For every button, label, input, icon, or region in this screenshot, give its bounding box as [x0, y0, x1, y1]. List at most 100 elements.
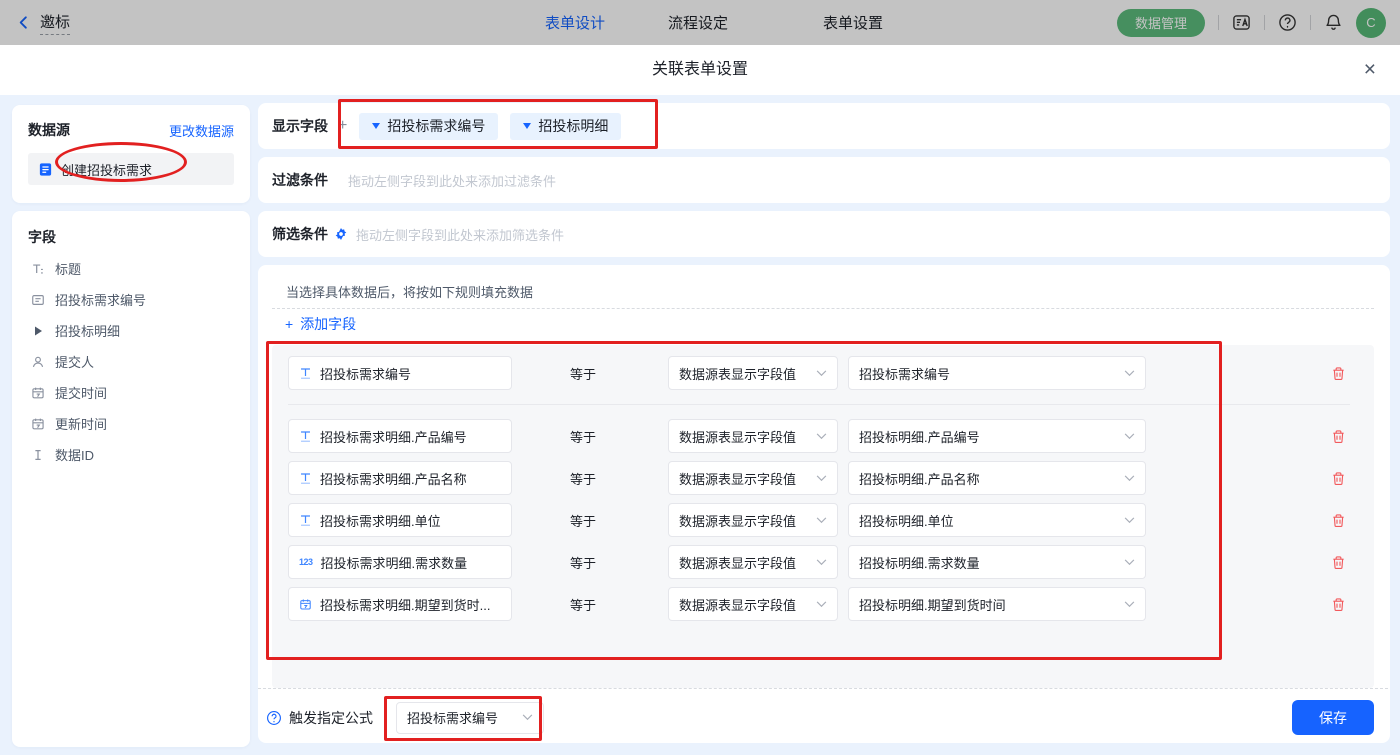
rules-container: 招投标需求编号 等于 数据源表显示字段值 招投标需求编号: [272, 345, 1374, 688]
field-item-label: 更新时间: [55, 414, 107, 433]
divider: [258, 688, 1388, 689]
target-field-dropdown[interactable]: 招投标明细.需求数量: [848, 545, 1146, 579]
chip-label: 招投标明细: [538, 116, 608, 136]
filter-dropzone[interactable]: 拖动左侧字段到此处来添加过滤条件: [348, 171, 556, 190]
notification-bell-icon[interactable]: [1324, 13, 1343, 32]
id-icon: [30, 448, 46, 462]
panel-footer: 触发指定公式 招投标需求编号 保存: [266, 692, 1374, 743]
field-item-detail[interactable]: 招投标明细: [12, 315, 250, 346]
text-icon: [299, 430, 312, 443]
back-chevron-icon: [16, 15, 31, 30]
field-item-label: 招投标明细: [55, 321, 120, 340]
field-item-serial[interactable]: 招投标需求编号: [12, 284, 250, 315]
top-bar: 邀标 表单设计 流程设定 表单设置 数据管理: [0, 0, 1400, 45]
trash-icon[interactable]: [1331, 429, 1346, 444]
divider: [1218, 15, 1219, 30]
datasource-item-label: 创建招投标需求: [61, 160, 152, 179]
rule-field-box[interactable]: 招投标需求明细.产品名称: [288, 461, 512, 495]
equals-label: 等于: [570, 469, 656, 488]
source-value-dropdown[interactable]: 数据源表显示字段值: [668, 545, 838, 579]
field-item-update-time[interactable]: 更新时间: [12, 408, 250, 439]
gear-icon[interactable]: [334, 227, 348, 241]
field-item-submit-time[interactable]: 提交时间: [12, 377, 250, 408]
field-item-data-id[interactable]: 数据ID: [12, 439, 250, 470]
screen-dropzone[interactable]: 拖动左侧字段到此处来添加筛选条件: [356, 225, 564, 244]
rule-field-box[interactable]: 招投标需求明细.期望到货时...: [288, 587, 512, 621]
close-icon[interactable]: ×: [1364, 45, 1376, 95]
field-item-label: 标题: [55, 259, 81, 278]
rule-row: 招投标需求明细.产品编号 等于 数据源表显示字段值 招投标明细.产品编号: [288, 419, 1358, 453]
help-circle-icon[interactable]: [266, 710, 282, 726]
fill-rules-panel: 当选择具体数据后，将按如下规则填充数据 +添加字段 招投标需求编号 等于 数据源…: [258, 265, 1390, 743]
chevron-down-icon: [1124, 517, 1135, 524]
rule-row: 招投标需求明细.单位 等于 数据源表显示字段值 招投标明细.单位: [288, 503, 1358, 537]
trigger-formula-dropdown[interactable]: 招投标需求编号: [396, 702, 544, 734]
save-button[interactable]: 保存: [1292, 700, 1374, 735]
rule-row: 招投标需求明细.期望到货时... 等于 数据源表显示字段值 招投标明细.期望到货…: [288, 587, 1358, 621]
trash-icon[interactable]: [1331, 513, 1346, 528]
plus-icon: +: [285, 316, 293, 332]
rule-field-box[interactable]: 123 招投标需求明细.需求数量: [288, 545, 512, 579]
rule-field-box[interactable]: 招投标需求明细.单位: [288, 503, 512, 537]
source-value-dropdown[interactable]: 数据源表显示字段值: [668, 356, 838, 390]
rule-row: 123 招投标需求明细.需求数量 等于 数据源表显示字段值 招投标明细.需求数量: [288, 545, 1358, 579]
title-icon: [30, 262, 46, 276]
equals-label: 等于: [570, 553, 656, 572]
target-field-dropdown[interactable]: 招投标明细.产品编号: [848, 419, 1146, 453]
data-manage-button[interactable]: 数据管理: [1117, 9, 1205, 37]
text-icon: [299, 514, 312, 527]
rule-field-box[interactable]: 招投标需求明细.产品编号: [288, 419, 512, 453]
date-icon: [299, 598, 312, 611]
change-datasource-link[interactable]: 更改数据源: [169, 121, 234, 140]
field-item-label: 招投标需求编号: [55, 290, 146, 309]
chevron-down-icon: [1124, 559, 1135, 566]
field-item-label: 提交人: [55, 352, 94, 371]
chevron-down-icon: [522, 714, 533, 721]
trash-icon[interactable]: [1331, 597, 1346, 612]
source-value-dropdown[interactable]: 数据源表显示字段值: [668, 461, 838, 495]
calendar-icon: [30, 417, 46, 431]
add-field-link[interactable]: +添加字段: [285, 314, 356, 334]
target-field-dropdown[interactable]: 招投标需求编号: [848, 356, 1146, 390]
back-button[interactable]: [16, 15, 31, 30]
chip-label: 招投标需求编号: [387, 116, 485, 136]
field-item-submitter[interactable]: 提交人: [12, 346, 250, 377]
field-item-title[interactable]: 标题: [12, 253, 250, 284]
tab-form-design[interactable]: 表单设计: [545, 12, 605, 33]
modal-header: 关联表单设置 ×: [0, 45, 1400, 95]
expand-triangle-icon[interactable]: [30, 326, 46, 336]
tab-form-settings[interactable]: 表单设置: [823, 12, 883, 33]
datasource-item[interactable]: 创建招投标需求: [28, 153, 234, 185]
equals-label: 等于: [570, 427, 656, 446]
modal-title: 关联表单设置: [0, 45, 1400, 95]
source-value-dropdown[interactable]: 数据源表显示字段值: [668, 503, 838, 537]
field-item-label: 提交时间: [55, 383, 107, 402]
tab-flow-settings[interactable]: 流程设定: [668, 12, 728, 33]
chevron-down-icon: [816, 601, 827, 608]
divider: [1310, 15, 1311, 30]
filter-condition-row: 过滤条件 拖动左侧字段到此处来添加过滤条件: [258, 157, 1390, 203]
help-icon[interactable]: [1278, 13, 1297, 32]
target-field-dropdown[interactable]: 招投标明细.单位: [848, 503, 1146, 537]
trash-icon[interactable]: [1331, 471, 1346, 486]
add-display-field-icon[interactable]: +: [338, 117, 347, 135]
caret-down-icon: [523, 123, 531, 129]
source-value-dropdown[interactable]: 数据源表显示字段值: [668, 587, 838, 621]
rule-field-box[interactable]: 招投标需求编号: [288, 356, 512, 390]
form-name-label[interactable]: 邀标: [40, 11, 70, 35]
divider: [1264, 15, 1265, 30]
trash-icon[interactable]: [1331, 555, 1346, 570]
user-icon: [30, 355, 46, 369]
avatar[interactable]: C: [1356, 8, 1386, 38]
target-field-dropdown[interactable]: 招投标明细.期望到货时间: [848, 587, 1146, 621]
trash-icon[interactable]: [1331, 366, 1346, 381]
chevron-down-icon: [816, 370, 827, 377]
datasource-card: 数据源 更改数据源 创建招投标需求: [12, 105, 250, 203]
display-field-chip[interactable]: 招投标需求编号: [359, 113, 498, 140]
language-icon[interactable]: [1232, 13, 1251, 32]
chevron-down-icon: [1124, 601, 1135, 608]
screen-condition-label: 筛选条件: [272, 224, 328, 244]
display-field-chip[interactable]: 招投标明细: [510, 113, 621, 140]
source-value-dropdown[interactable]: 数据源表显示字段值: [668, 419, 838, 453]
target-field-dropdown[interactable]: 招投标明细.产品名称: [848, 461, 1146, 495]
